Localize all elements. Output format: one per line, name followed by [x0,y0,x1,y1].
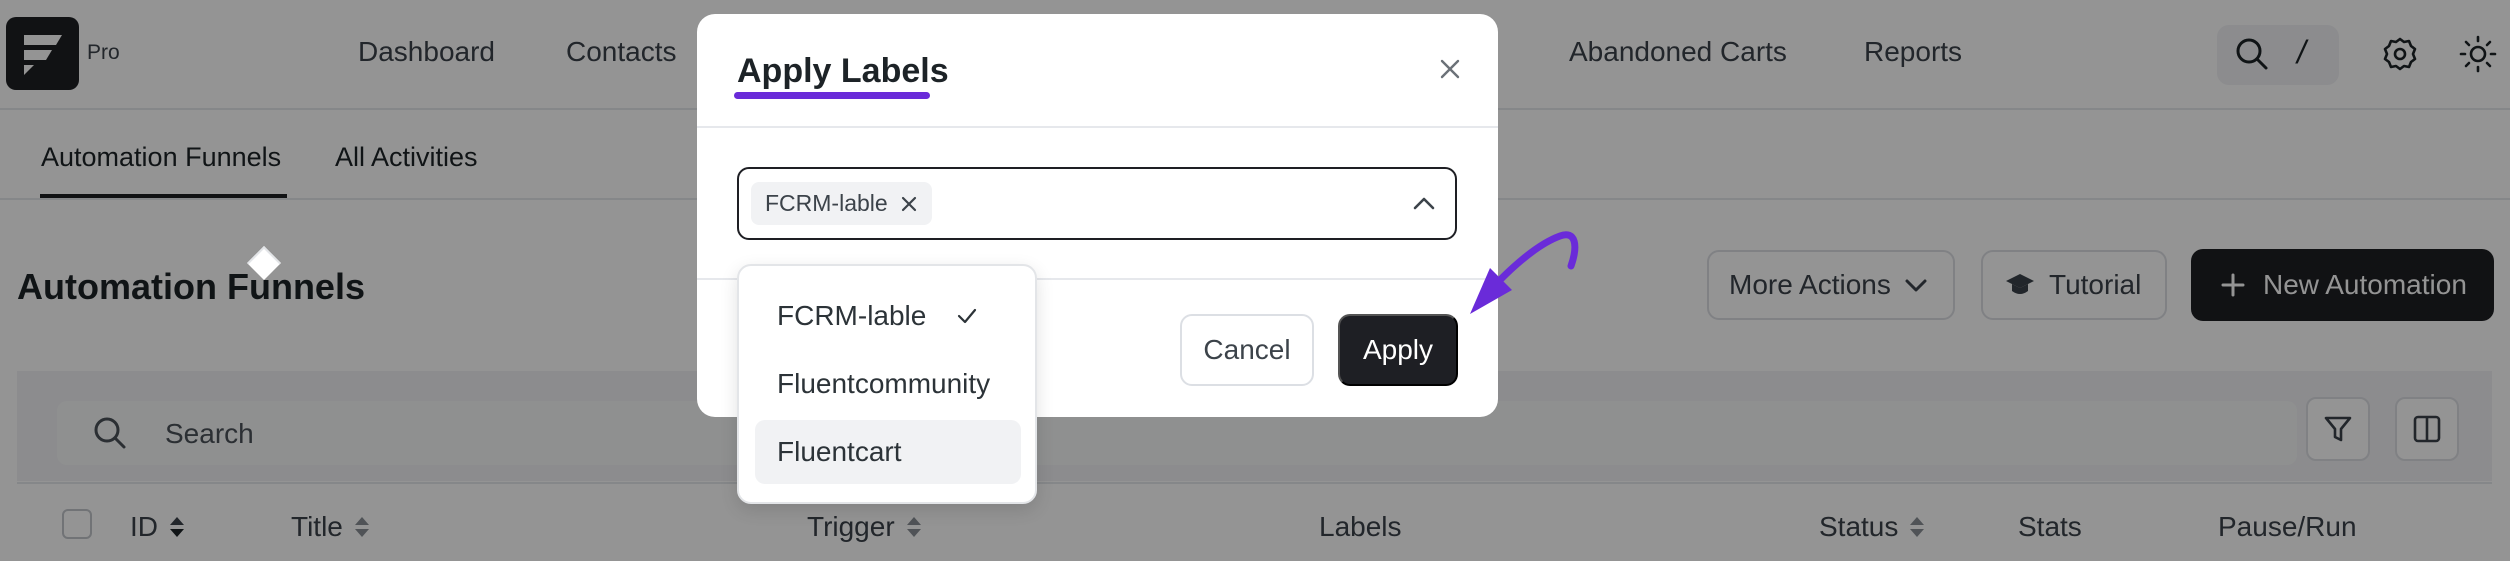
check-icon [958,308,977,324]
option-fluentcart[interactable]: Fluentcart [755,420,1021,484]
selected-label-text: FCRM-lable [765,190,888,216]
remove-tag-icon[interactable] [900,195,918,213]
modal-title: Apply Labels [737,52,949,90]
option-label: FCRM-lable [777,300,927,331]
labels-select[interactable]: FCRM-lable [737,167,1457,240]
labels-dropdown: FCRM-lable Fluentcommunity Fluentcart [737,264,1037,504]
option-label: Fluentcommunity [777,368,991,399]
close-icon[interactable] [1437,56,1463,82]
option-label: Fluentcart [777,436,902,467]
selected-label-tag: FCRM-lable [751,182,932,225]
annotation-arrow-icon [1470,231,1579,314]
header-divider [697,126,1498,128]
option-fcrm-lable[interactable]: FCRM-lable [755,284,1021,348]
chevron-up-icon[interactable] [1411,191,1437,217]
cancel-button[interactable]: Cancel [1180,314,1314,386]
title-annotation-underline [734,92,930,99]
option-fluentcommunity[interactable]: Fluentcommunity [755,352,1021,416]
